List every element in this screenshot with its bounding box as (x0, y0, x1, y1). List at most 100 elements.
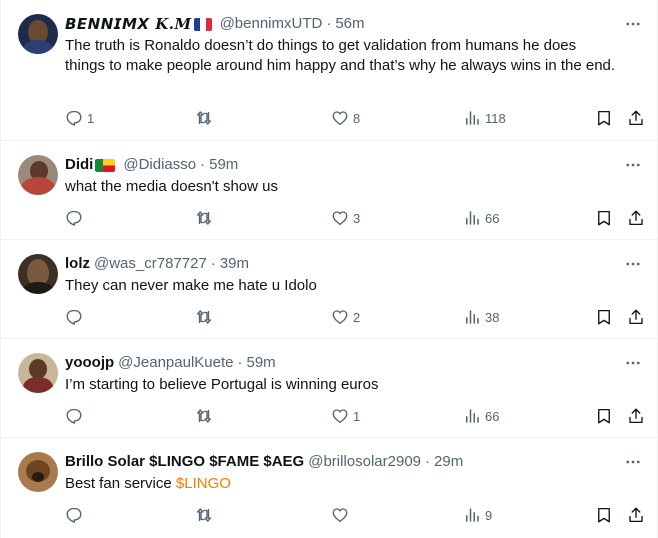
share-icon (629, 408, 643, 424)
tweet-text: Best fan service $LINGO (65, 474, 617, 494)
reply-button[interactable] (65, 406, 83, 426)
tweet[interactable]: Brillo Solar $LINGO $FAME $AEG @brilloso… (1, 438, 657, 538)
bookmark-icon (598, 210, 610, 226)
action-bar: 1 8 118 (65, 108, 643, 128)
views-icon (466, 111, 479, 125)
tweet-text: I’m starting to believe Portugal is winn… (65, 376, 379, 393)
tweet[interactable]: 𝘽𝙀𝙉𝙉𝙄𝙈𝙓 K.M @bennimxUTD · 56m The truth … (1, 0, 657, 141)
display-name[interactable]: lolz (65, 254, 90, 274)
bookmark-button[interactable] (595, 505, 613, 525)
reply-icon (66, 309, 82, 325)
retweet-icon (196, 111, 212, 125)
views-button[interactable]: 118 (463, 108, 506, 128)
bookmark-button[interactable] (595, 307, 613, 327)
reply-button[interactable] (65, 307, 83, 327)
avatar[interactable] (18, 14, 58, 54)
more-icon[interactable] (623, 155, 643, 175)
reply-button[interactable] (65, 208, 83, 228)
view-count: 118 (485, 110, 506, 126)
view-count: 38 (485, 309, 500, 325)
share-icon (629, 507, 643, 523)
share-icon (629, 210, 643, 226)
display-name[interactable]: Brillo Solar $LINGO $FAME $AEG (65, 452, 304, 472)
view-count: 66 (485, 408, 500, 424)
tweet-header: yooojp @JeanpaulKuete · 59m (65, 353, 617, 373)
timestamp[interactable]: 59m (209, 155, 238, 175)
separator-dot: · (326, 15, 332, 32)
views-button[interactable]: 38 (463, 307, 499, 327)
tweet[interactable]: lolz @was_cr787727 · 39m They can never … (1, 240, 657, 339)
tweet[interactable]: Didi @Didiasso · 59m what the media does… (1, 141, 657, 240)
like-icon (332, 111, 348, 126)
like-button[interactable]: 3 (331, 208, 360, 228)
timestamp[interactable]: 29m (434, 452, 463, 472)
view-count: 9 (485, 507, 493, 523)
user-handle[interactable]: @JeanpaulKuete (118, 353, 233, 373)
retweet-button[interactable] (195, 108, 213, 128)
user-handle[interactable]: @was_cr787727 (94, 254, 207, 274)
tweet-header: Brillo Solar $LINGO $FAME $AEG @brilloso… (65, 452, 617, 472)
tweet[interactable]: yooojp @JeanpaulKuete · 59m I’m starting… (1, 339, 657, 438)
retweet-icon (196, 409, 212, 423)
share-button[interactable] (627, 208, 645, 228)
cashtag-link[interactable]: $LINGO (176, 475, 231, 492)
bookmark-icon (598, 408, 610, 424)
like-icon (332, 211, 348, 226)
display-name[interactable]: Didi (65, 155, 93, 175)
views-button[interactable]: 66 (463, 208, 499, 228)
display-name[interactable]: yooojp (65, 353, 114, 373)
more-icon[interactable] (623, 452, 643, 472)
tweet-text: They can never make me hate u Idolo (65, 277, 317, 294)
more-icon[interactable] (623, 353, 643, 373)
tweet-body: lolz @was_cr787727 · 39m They can never … (65, 254, 617, 296)
tweet-body: 𝘽𝙀𝙉𝙉𝙄𝙈𝙓 K.M @bennimxUTD · 56m The truth … (65, 14, 617, 76)
tweet-body: Didi @Didiasso · 59m what the media does… (65, 155, 617, 197)
retweet-button[interactable] (195, 406, 213, 426)
like-button[interactable]: 8 (331, 108, 360, 128)
timestamp[interactable]: 39m (220, 254, 249, 274)
avatar[interactable] (18, 353, 58, 393)
more-icon[interactable] (623, 14, 643, 34)
user-handle[interactable]: @brillosolar2909 (308, 452, 421, 472)
reply-icon (66, 507, 82, 523)
tweet-header: 𝘽𝙀𝙉𝙉𝙄𝙈𝙓 K.M @bennimxUTD · 56m (65, 14, 617, 34)
more-icon[interactable] (623, 254, 643, 274)
user-handle[interactable]: @Didiasso (123, 155, 196, 175)
avatar[interactable] (18, 452, 58, 492)
bookmark-button[interactable] (595, 406, 613, 426)
retweet-button[interactable] (195, 505, 213, 525)
views-button[interactable]: 66 (463, 406, 499, 426)
bookmark-button[interactable] (595, 108, 613, 128)
tweet-header: lolz @was_cr787727 · 39m (65, 254, 617, 274)
retweet-button[interactable] (195, 208, 213, 228)
timestamp[interactable]: 56m (335, 14, 364, 34)
views-button[interactable]: 9 (463, 505, 492, 525)
timestamp[interactable]: 59m (246, 353, 275, 373)
share-button[interactable] (627, 505, 645, 525)
user-handle[interactable]: @bennimxUTD (220, 14, 323, 34)
reply-button[interactable] (65, 505, 83, 525)
tweet-body: Brillo Solar $LINGO $FAME $AEG @brilloso… (65, 452, 617, 494)
avatar[interactable] (18, 155, 58, 195)
bookmark-button[interactable] (595, 208, 613, 228)
share-button[interactable] (627, 406, 645, 426)
retweet-button[interactable] (195, 307, 213, 327)
avatar[interactable] (18, 254, 58, 294)
reply-count: 1 (87, 110, 95, 126)
like-button[interactable] (331, 505, 349, 525)
tweet-body: yooojp @JeanpaulKuete · 59m I’m starting… (65, 353, 617, 395)
bookmark-icon (598, 507, 610, 523)
share-button[interactable] (627, 108, 645, 128)
like-button[interactable]: 1 (331, 406, 360, 426)
tweet-text-body: Best fan service (65, 475, 176, 492)
share-button[interactable] (627, 307, 645, 327)
action-bar: 2 38 (65, 307, 643, 327)
views-icon (466, 211, 479, 225)
reply-icon (66, 210, 82, 226)
like-button[interactable]: 2 (331, 307, 360, 327)
display-name[interactable]: 𝘽𝙀𝙉𝙉𝙄𝙈𝙓 K.M (65, 14, 192, 34)
reply-feed: 𝘽𝙀𝙉𝙉𝙄𝙈𝙓 K.M @bennimxUTD · 56m The truth … (0, 0, 658, 538)
reply-button[interactable]: 1 (65, 108, 94, 128)
separator-dot: · (200, 156, 206, 173)
action-bar: 1 66 (65, 406, 643, 426)
